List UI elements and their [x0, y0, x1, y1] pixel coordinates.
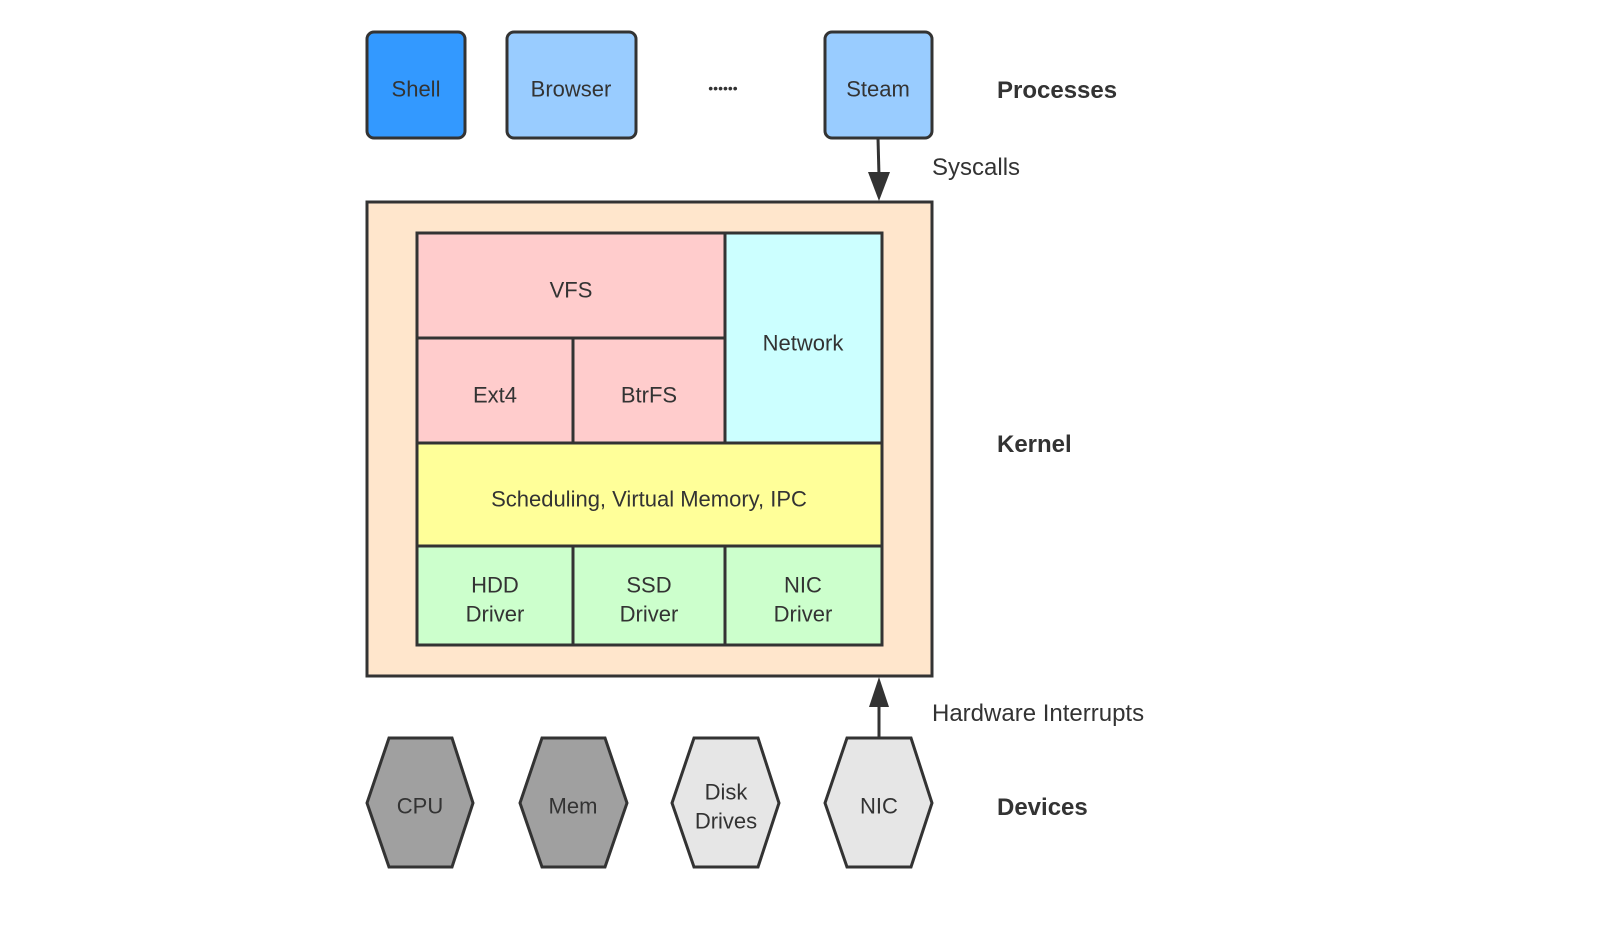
ssd-driver-label-line1: SSD — [626, 573, 671, 598]
device-mem[interactable]: Mem — [518, 736, 629, 869]
process-shell-label: Shell — [392, 77, 441, 102]
layer-label-kernel: Kernel — [997, 431, 1072, 458]
core-services-label: Scheduling, Virtual Memory, IPC — [491, 487, 807, 512]
device-nic-label: NIC — [860, 794, 898, 819]
syscalls-arrow-line — [876, 137, 881, 177]
nic-driver-label-line1: NIC — [784, 573, 822, 598]
hdd-driver-label-line1: HDD — [471, 573, 519, 598]
process-shell[interactable]: Shell — [365, 30, 467, 140]
network-label: Network — [763, 331, 845, 356]
hardware-interrupts-arrowhead-icon — [869, 677, 889, 707]
device-cpu[interactable]: CPU — [365, 736, 475, 869]
os-architecture-diagram: Shell Browser •••••• Steam Processes Sys… — [365, 30, 1144, 869]
btrfs-label: BtrFS — [621, 383, 677, 408]
process-steam-label: Steam — [846, 77, 910, 102]
device-mem-label: Mem — [549, 794, 598, 819]
syscalls-arrowhead-icon — [868, 172, 890, 201]
nic-driver-label-line2: Driver — [774, 602, 833, 627]
devices-row: CPU Mem Disk Drives NIC Devices — [365, 736, 1088, 869]
process-browser-label: Browser — [531, 77, 612, 102]
layer-label-devices: Devices — [997, 794, 1088, 821]
ssd-driver-label-line2: Driver — [620, 602, 679, 627]
process-steam[interactable]: Steam — [823, 30, 934, 140]
syscalls-label: Syscalls — [932, 154, 1020, 181]
hdd-driver-label-line2: Driver — [466, 602, 525, 627]
hardware-interrupts-label: Hardware Interrupts — [932, 700, 1144, 727]
layer-label-processes: Processes — [997, 77, 1117, 104]
more-processes-ellipsis: •••••• — [708, 80, 738, 96]
device-nic[interactable]: NIC — [823, 736, 934, 869]
device-disk-drives[interactable]: Disk Drives — [670, 736, 781, 869]
process-browser[interactable]: Browser — [505, 30, 638, 140]
hardware-interrupts-edge: Hardware Interrupts — [869, 677, 1144, 738]
device-disk-drives-label-line1: Disk — [705, 780, 749, 805]
vfs-label: VFS — [550, 278, 593, 303]
device-cpu-label: CPU — [397, 794, 443, 819]
kernel-block: VFS Network Ext4 BtrFS Scheduling, Virtu… — [365, 200, 1072, 678]
syscalls-edge: Syscalls — [868, 137, 1020, 201]
processes-row: Shell Browser •••••• Steam Processes — [365, 30, 1117, 140]
device-disk-drives-label-line2: Drives — [695, 809, 757, 834]
ext4-label: Ext4 — [473, 383, 517, 408]
